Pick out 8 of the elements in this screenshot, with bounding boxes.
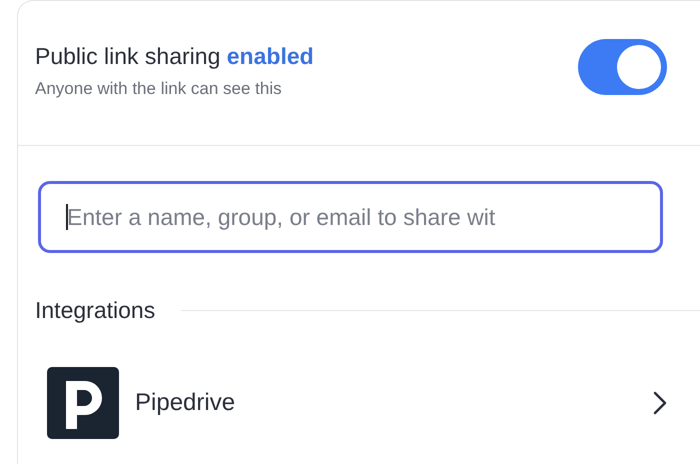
logo-icon (47, 367, 119, 439)
chevron-right-icon (653, 391, 667, 415)
sharing-title: Public link sharing enabled (35, 42, 314, 71)
sharing-subtitle: Anyone with the link can see this (35, 78, 283, 100)
integration-name: Pipedrive (135, 388, 236, 418)
integration-row[interactable]: Pipedrive (47, 367, 667, 439)
section-heading: Integrations (35, 296, 156, 325)
share-input-field[interactable]: Enter a name, group, or email to share wit (38, 181, 663, 253)
